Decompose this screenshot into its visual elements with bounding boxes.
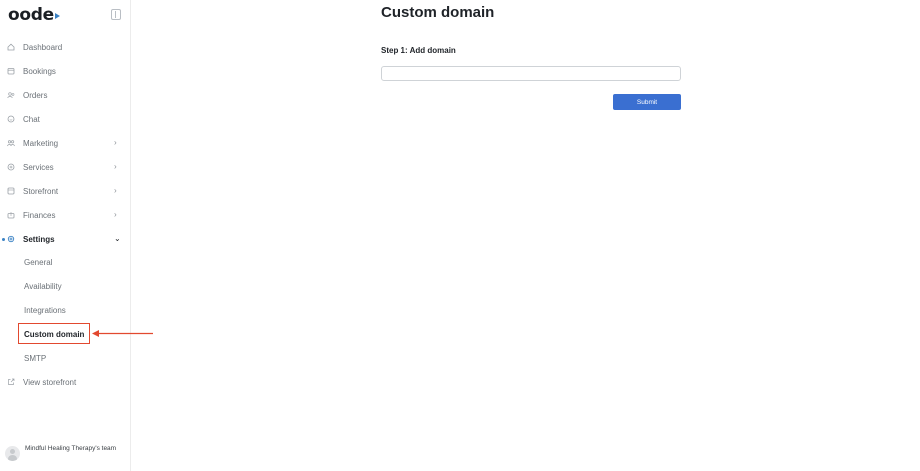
sidebar-item-orders[interactable]: Orders: [0, 83, 130, 107]
sidebar-item-label: Dashboard: [23, 43, 63, 52]
gear-icon: [7, 235, 15, 243]
settings-sub-smtp[interactable]: SMTP: [24, 354, 46, 363]
finances-icon: [7, 212, 15, 219]
storefront-icon: [7, 187, 15, 195]
sidebar-item-storefront[interactable]: Storefront ›: [0, 179, 130, 203]
chevron-down-icon: ⌄: [114, 234, 121, 243]
sidebar-item-label: Chat: [23, 115, 40, 124]
sidebar-item-finances[interactable]: Finances ›: [0, 203, 130, 227]
active-indicator: [2, 238, 5, 241]
calendar-icon: [7, 68, 15, 75]
sidebar-item-chat[interactable]: Chat: [0, 107, 130, 131]
services-icon: [7, 163, 15, 171]
chevron-right-icon: ›: [114, 186, 117, 195]
sidebar-item-view-storefront[interactable]: View storefront: [0, 370, 130, 394]
sidebar-item-label: View storefront: [23, 378, 77, 387]
submit-button[interactable]: Submit: [613, 94, 681, 110]
page-title: Custom domain: [381, 4, 495, 21]
sidebar-item-marketing[interactable]: Marketing ›: [0, 131, 130, 155]
annotation-highlight-box: [18, 323, 90, 344]
sidebar-item-services[interactable]: Services ›: [0, 155, 130, 179]
oode-logo[interactable]: oode: [8, 5, 60, 25]
sidebar-item-label: Services: [23, 163, 54, 172]
step-label: Step 1: Add domain: [381, 46, 456, 55]
chevron-right-icon: ›: [114, 162, 117, 171]
team-switcher[interactable]: Mindful Healing Therapy's team: [5, 441, 130, 467]
settings-sub-availability[interactable]: Availability: [24, 282, 62, 291]
sidebar-item-label: Settings: [23, 235, 55, 244]
sidebar-item-label: Orders: [23, 91, 48, 100]
settings-sub-integrations[interactable]: Integrations: [24, 306, 66, 315]
sidebar-item-dashboard[interactable]: Dashboard: [0, 35, 130, 59]
chevron-right-icon: ›: [114, 138, 117, 147]
sidebar-item-label: Finances: [23, 211, 56, 220]
collapse-sidebar-icon[interactable]: [111, 9, 121, 20]
chevron-right-icon: ›: [114, 210, 117, 219]
home-icon: [7, 43, 15, 51]
sidebar-item-settings[interactable]: Settings ⌄: [0, 227, 130, 251]
megaphone-icon: [7, 140, 15, 147]
sidebar-item-bookings[interactable]: Bookings: [0, 59, 130, 83]
domain-input[interactable]: [381, 66, 681, 81]
sidebar: oode Dashboard Bookings Orders Chat Mark…: [0, 0, 153, 471]
sidebar-item-label: Bookings: [23, 67, 56, 76]
settings-sub-general[interactable]: General: [24, 258, 52, 267]
external-link-icon: [8, 378, 15, 385]
team-name: Mindful Healing Therapy's team: [25, 445, 117, 452]
logo-text: oode: [8, 5, 54, 25]
sidebar-item-label: Marketing: [23, 139, 59, 148]
chat-icon: [7, 115, 15, 123]
sidebar-item-label: Storefront: [23, 187, 59, 196]
avatar: [5, 446, 20, 461]
logo-arrow-icon: [54, 13, 60, 19]
orders-icon: [7, 92, 15, 99]
annotation-arrow-icon: [92, 330, 153, 337]
